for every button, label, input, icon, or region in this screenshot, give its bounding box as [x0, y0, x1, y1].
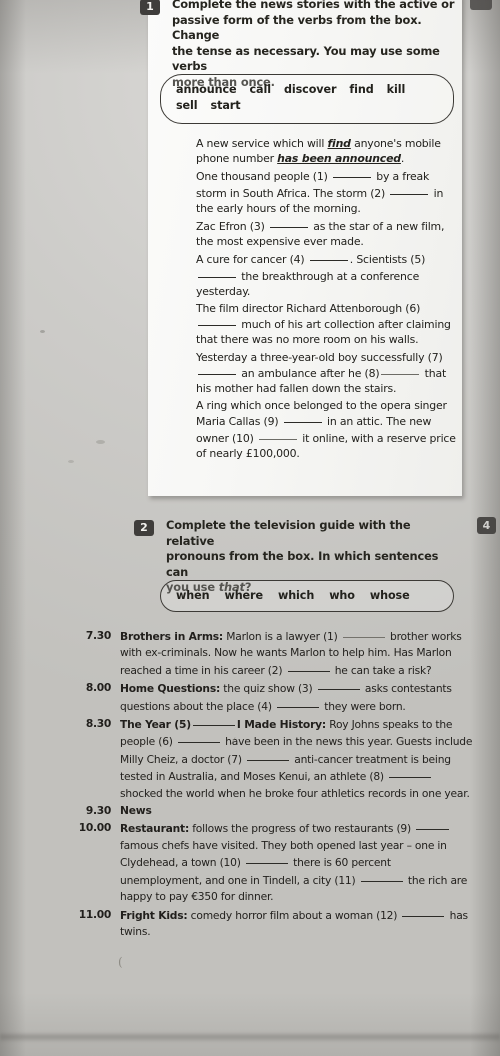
tv-listing-time: 8.30 — [85, 717, 111, 731]
exercise-2-word-list: when where which who whose — [176, 588, 448, 604]
answer-blank[interactable] — [381, 365, 420, 375]
tv-listing-row: 8.00 Home Questions: the quiz show (3) as… — [62, 680, 474, 715]
exercise-1-number-badge: 1 — [140, 0, 160, 15]
answer-blank[interactable] — [390, 185, 429, 195]
answer-blank[interactable] — [198, 365, 236, 375]
instruction-line: Complete the news stories with the activ… — [172, 0, 455, 11]
answer-blank[interactable] — [332, 168, 371, 179]
answer-blank[interactable] — [287, 662, 330, 672]
answer-blank[interactable] — [258, 430, 297, 440]
programme-title: Brothers in Arms: — [120, 630, 223, 643]
tv-listing-text: Brothers in Arms: Marlon is a lawyer (1)… — [120, 628, 462, 677]
word-box-item: call — [249, 83, 272, 96]
answer-blank[interactable] — [177, 733, 220, 744]
programme-title: Home Questions: — [120, 682, 221, 696]
tv-listing-row: 8.30 The Year (5) I Made History: Roy John… — [62, 716, 474, 802]
tv-listing-time: 11.00 — [78, 907, 112, 921]
scan-edge-mark — [470, 0, 492, 10]
tv-listing-row: 11.00 Fright Kids: comedy horror film abo… — [62, 907, 474, 941]
word-box-item: start — [210, 99, 241, 112]
exercise-1-sentence: Yesterday a three-year-old boy successfu… — [196, 350, 447, 396]
instruction-line: pronouns from the box. In which sentence… — [166, 549, 439, 579]
tv-listing-text: News — [120, 803, 474, 819]
word-box-item: whose — [369, 589, 410, 602]
answer-blank[interactable] — [309, 251, 348, 262]
word-box-item: which — [277, 589, 315, 602]
word-box-item: find — [349, 83, 374, 96]
tv-listing-text: Restaurant: follows the progress of two … — [120, 820, 468, 904]
example-answer: has been announced — [277, 152, 401, 166]
answer-blank[interactable] — [342, 628, 385, 638]
answer-blank[interactable] — [360, 872, 403, 882]
programme-title: Restaurant: — [120, 822, 190, 836]
tv-listing-text: Fright Kids: comedy horror film about a … — [120, 907, 468, 938]
answer-blank[interactable] — [198, 316, 236, 327]
tv-listing-time: 10.00 — [78, 821, 112, 835]
page-bottom-fold — [0, 1032, 500, 1042]
answer-blank[interactable] — [317, 680, 360, 691]
exercise-1-word-list: announce call discover find kill sell start — [176, 82, 448, 114]
exercise-1-sentence: A new service which will find anyone's m… — [196, 137, 441, 166]
tv-listing-text: Home Questions: the quiz show (3) asks c… — [120, 680, 452, 713]
exercise-1-sentence: A cure for cancer (4) . Scientists (5) t… — [196, 251, 426, 298]
exercise-1-sentence: The film director Richard Attenborough (… — [196, 302, 451, 347]
tv-listing-row: 7.30 Brothers in Arms: Marlon is a lawyer… — [62, 628, 474, 679]
instruction-line: passive form of the verbs from the box. … — [172, 12, 422, 43]
answer-blank[interactable] — [277, 698, 319, 708]
workbook-page-scan: 1 Complete the news stories with the act… — [0, 0, 500, 1056]
answer-blank[interactable] — [402, 907, 445, 917]
word-box-item: who — [329, 589, 355, 602]
instruction-line: the tense as necessary. You may use some… — [172, 43, 440, 74]
answer-blank[interactable] — [245, 854, 288, 865]
exercise-2-number-badge: 2 — [134, 520, 154, 536]
tv-listing-time: 9.30 — [85, 804, 111, 818]
word-box-item: where — [224, 589, 263, 602]
answer-blank[interactable] — [192, 716, 235, 727]
tv-listing-text: The Year (5) I Made History: Roy Johns sp… — [120, 716, 473, 800]
programme-title: I Made History: — [236, 718, 326, 732]
television-guide-list: 7.30 Brothers in Arms: Marlon is a lawyer… — [62, 628, 474, 941]
tv-listing-row: 10.00 Restaurant: follows the progress of… — [62, 820, 474, 905]
answer-blank[interactable] — [269, 218, 308, 229]
answer-blank[interactable] — [198, 268, 236, 278]
word-box-item: sell — [176, 99, 198, 112]
answer-blank[interactable] — [416, 820, 450, 831]
tv-listing-time: 8.00 — [85, 681, 111, 695]
word-box-item: discover — [283, 83, 337, 96]
programme-title: Fright Kids: — [120, 908, 188, 922]
answer-blank[interactable] — [247, 751, 290, 761]
exercise-1-sentence: One thousand people (1) by a freak storm… — [196, 168, 444, 215]
word-box-item: when — [176, 589, 210, 602]
example-answer: find — [327, 137, 351, 150]
answer-blank[interactable] — [283, 413, 322, 424]
word-box-item: announce — [176, 83, 237, 96]
programme-title: News — [120, 804, 152, 818]
exercise-1-sentence: Zac Efron (3) as the star of a new film,… — [196, 218, 445, 249]
tv-listing-time: 7.30 — [85, 629, 111, 642]
instruction-line: Complete the television guide with the r… — [166, 518, 411, 548]
exercise-1-sentences: A new service which will find anyone's m… — [196, 136, 456, 463]
answer-blank[interactable] — [389, 768, 432, 779]
word-box-item: kill — [386, 83, 406, 96]
unit-number-marker: 4 — [477, 517, 496, 534]
programme-title: The Year (5) — [120, 718, 191, 732]
exercise-1-sentence: A ring which once belonged to the opera … — [196, 399, 456, 460]
tv-listing-row: 9.30 News — [62, 803, 474, 819]
